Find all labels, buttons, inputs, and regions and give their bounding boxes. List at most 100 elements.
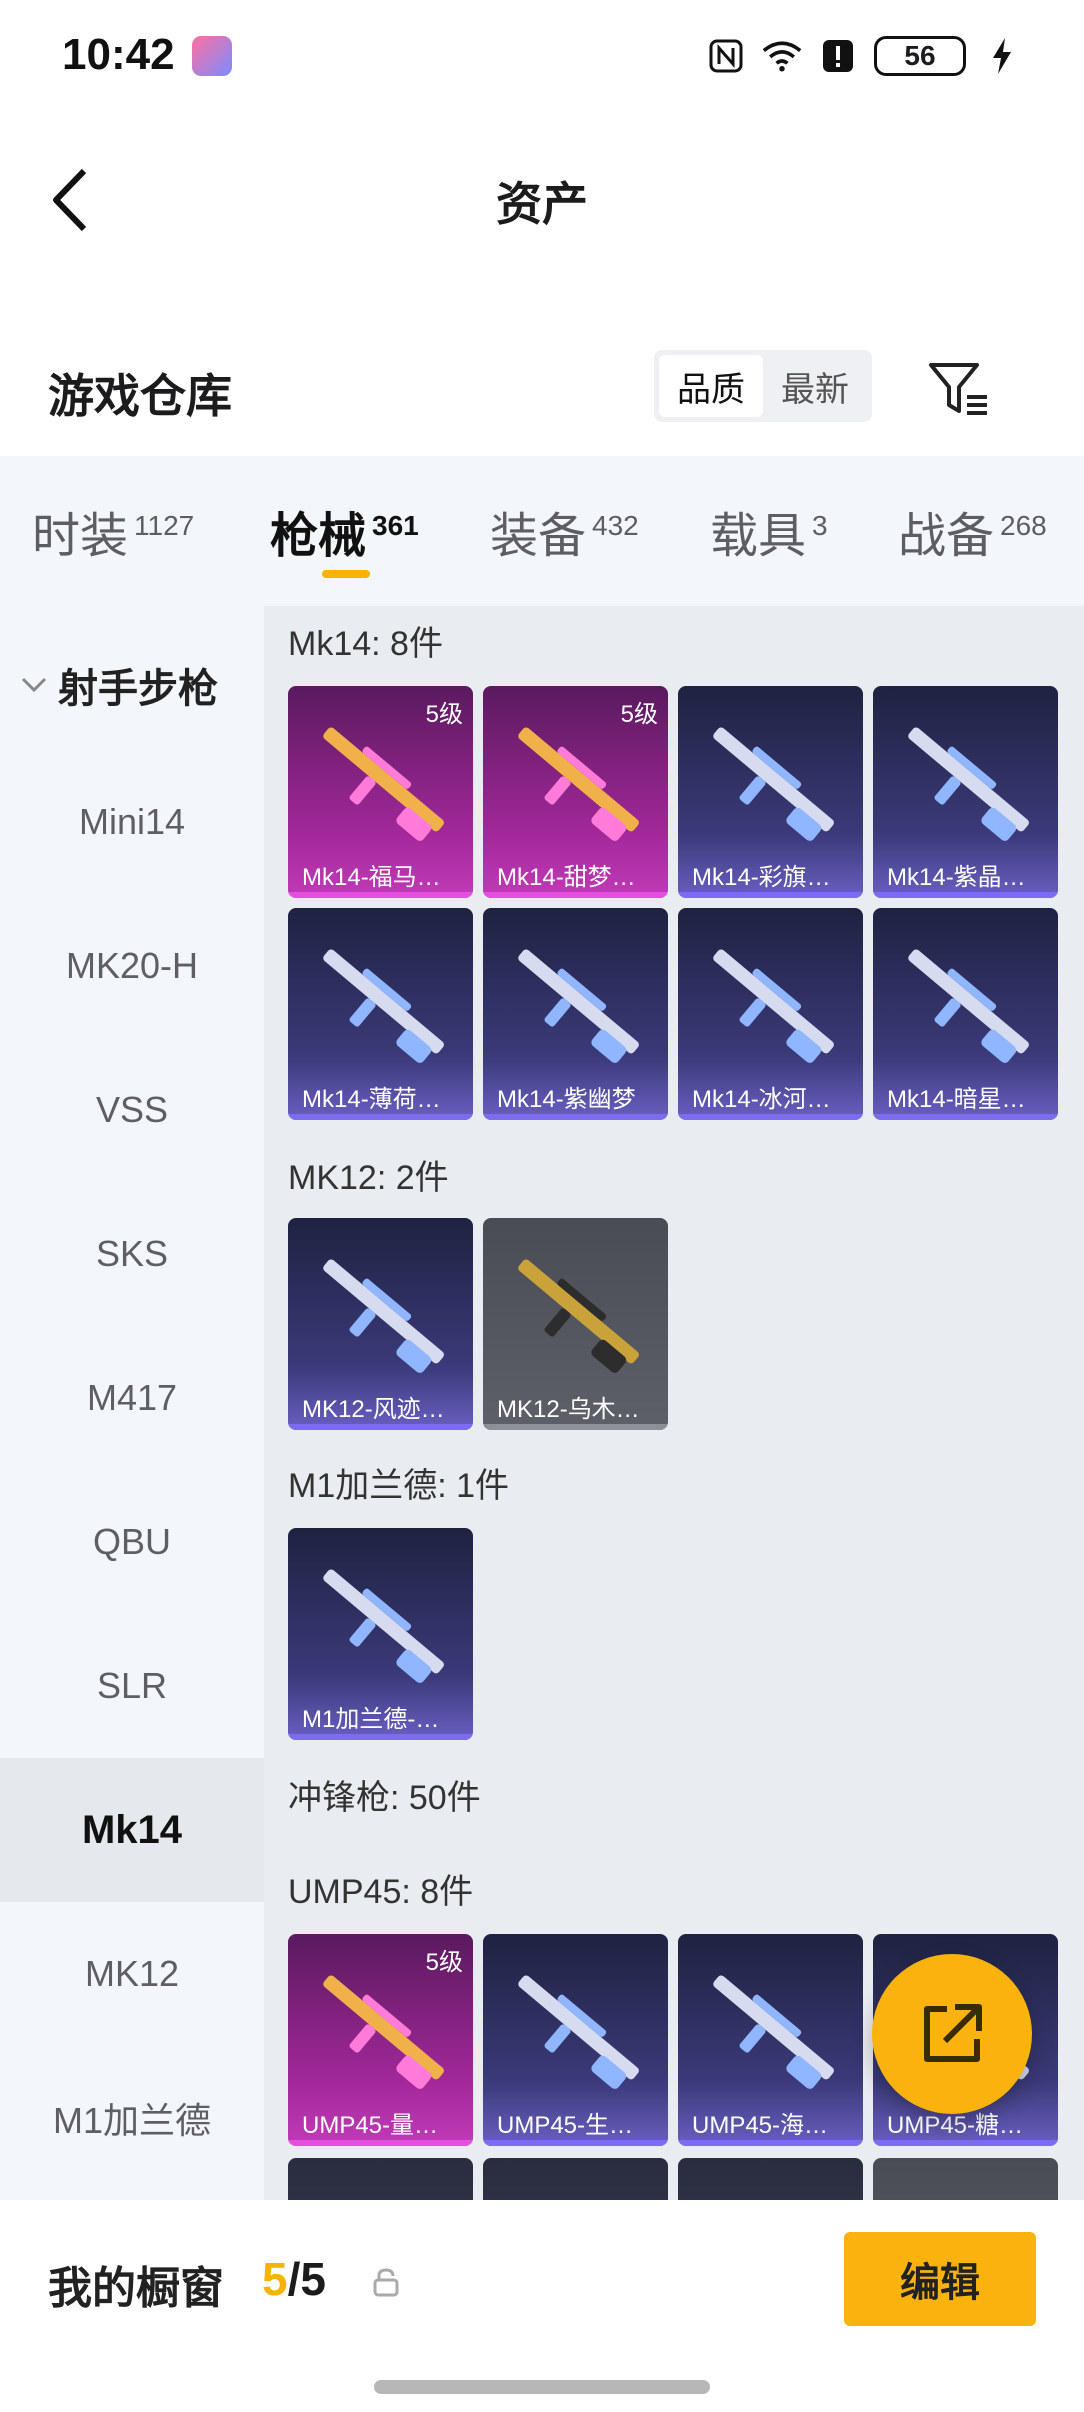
status-bar: 10:42 56 <box>0 0 1084 110</box>
showcase-current: 5 <box>262 2253 288 2305</box>
sidebar-group-marksman[interactable]: 射手步枪 <box>20 656 218 714</box>
sidebar-item-vss[interactable]: VSS <box>0 1038 264 1182</box>
tab-vehicles[interactable]: 载具 3 <box>710 496 828 566</box>
item-card[interactable]: Mk14-紫晶… <box>873 686 1058 898</box>
sidebar-item-mini14[interactable]: Mini14 <box>0 750 264 894</box>
alert-icon <box>818 36 858 76</box>
weapon-image <box>908 727 1029 841</box>
sidebar-item-sks[interactable]: SKS <box>0 1182 264 1326</box>
tab-count: 3 <box>812 510 828 541</box>
weapon-image <box>323 1259 444 1373</box>
item-grid-m1-garand: M1加兰德-… <box>288 1528 1058 1740</box>
quality-bar <box>288 892 473 898</box>
weapon-image <box>908 949 1029 1063</box>
weapon-image <box>713 1975 834 2089</box>
sidebar-item-mk14[interactable]: Mk14 <box>0 1758 264 1902</box>
tab-outfits[interactable]: 时装 1127 <box>32 496 194 566</box>
item-card[interactable] <box>288 2158 473 2200</box>
item-card[interactable]: Mk14-薄荷… <box>288 908 473 1120</box>
group-label-smg: 冲锋枪: 50件 <box>288 1779 481 1817</box>
sidebar-group-label: 射手步枪 <box>58 667 218 711</box>
quality-bar <box>678 2140 863 2146</box>
quality-bar <box>678 1114 863 1120</box>
charging-icon <box>982 36 1022 76</box>
filter-button[interactable] <box>924 354 994 424</box>
filter-icon <box>929 363 987 415</box>
item-card[interactable]: UMP45-海… <box>678 1934 863 2146</box>
tab-equipment[interactable]: 装备 432 <box>490 496 639 566</box>
showcase-total: /5 <box>287 2253 326 2305</box>
item-card[interactable]: Mk14-暗星… <box>873 908 1058 1120</box>
tab-count: 361 <box>372 510 419 541</box>
item-level: 5级 <box>425 1949 463 1976</box>
quality-bar <box>288 1114 473 1120</box>
share-button[interactable] <box>872 1954 1032 2114</box>
quality-bar <box>288 1734 473 1740</box>
nfc-icon <box>706 36 746 76</box>
sidebar-item-m1-garand[interactable]: M1加兰德 <box>0 2046 264 2190</box>
quality-bar <box>288 1424 473 1430</box>
item-name: Mk14-福马… <box>302 864 441 891</box>
quality-bar <box>873 1114 1058 1120</box>
sidebar-item-mk12[interactable]: MK12 <box>0 1902 264 2046</box>
item-name: Mk14-薄荷… <box>302 1086 441 1113</box>
item-name: Mk14-彩旗… <box>692 864 831 891</box>
item-card[interactable]: M1加兰德-… <box>288 1528 473 1740</box>
tab-label: 时装 <box>32 510 129 563</box>
tab-firearms[interactable]: 枪械 361 <box>270 496 419 566</box>
weapon-image <box>323 949 444 1063</box>
item-level: 5级 <box>425 701 463 728</box>
weapon-image <box>713 949 834 1063</box>
item-card[interactable]: UMP45-生… <box>483 1934 668 2146</box>
sidebar-item-m417[interactable]: M417 <box>0 1326 264 1470</box>
group-label-mk12: MK12: 2件 <box>288 1159 449 1197</box>
battery-indicator: 56 <box>874 36 966 76</box>
showcase-count: 5/5 <box>262 2252 326 2306</box>
item-card[interactable]: MK12-风迹… <box>288 1218 473 1430</box>
edit-button[interactable]: 编辑 <box>844 2232 1036 2326</box>
item-card[interactable] <box>483 2158 668 2200</box>
subcategory-sidebar: 射手步枪 Mini14 MK20-H VSS SKS M417 QBU SLR … <box>0 606 264 2200</box>
category-tabs: 时装 1127 枪械 361 装备 432 载具 3 战备 268 <box>0 456 1084 606</box>
item-name: M1加兰德-… <box>302 1706 440 1733</box>
page-title: 资产 <box>496 178 588 230</box>
lock-icon <box>370 2266 402 2298</box>
quality-bar <box>483 1114 668 1120</box>
item-card[interactable]: 5级 Mk14-甜梦… <box>483 686 668 898</box>
item-name: Mk14-冰河… <box>692 1086 831 1113</box>
section-title: 游戏仓库 <box>48 370 232 422</box>
item-name: Mk14-暗星… <box>887 1086 1026 1113</box>
sidebar-item-qbu[interactable]: QBU <box>0 1470 264 1614</box>
group-label-mk14: Mk14: 8件 <box>288 625 443 663</box>
tab-count: 432 <box>592 510 639 541</box>
item-card[interactable]: 5级 UMP45-量… <box>288 1934 473 2146</box>
sort-newest-option[interactable]: 最新 <box>763 355 867 417</box>
item-level: 5级 <box>620 701 658 728</box>
warehouse-header: 游戏仓库 品质 最新 <box>0 330 1084 450</box>
app-notification-icon <box>192 36 232 76</box>
item-card[interactable]: MK12-乌木… <box>483 1218 668 1430</box>
group-label-m1-garand: M1加兰德: 1件 <box>288 1467 510 1505</box>
weapon-image <box>518 1259 639 1373</box>
home-indicator[interactable] <box>374 2380 710 2394</box>
item-name: Mk14-紫幽梦 <box>497 1086 636 1113</box>
quality-bar <box>483 1424 668 1430</box>
sort-quality-option[interactable]: 品质 <box>659 355 763 417</box>
share-external-icon <box>924 2004 982 2062</box>
item-card[interactable]: Mk14-冰河… <box>678 908 863 1120</box>
item-grid-mk14: 5级 Mk14-福马… 5级 Mk14-甜梦… Mk14-彩旗… Mk14-紫晶… Mk14… <box>288 686 1058 1120</box>
active-tab-indicator <box>322 570 370 578</box>
tab-supplies[interactable]: 战备 268 <box>898 496 1047 566</box>
item-card[interactable] <box>873 2158 1058 2200</box>
item-card[interactable]: Mk14-彩旗… <box>678 686 863 898</box>
sidebar-item-slr[interactable]: SLR <box>0 1614 264 1758</box>
item-card[interactable]: 5级 Mk14-福马… <box>288 686 473 898</box>
wifi-icon <box>762 36 802 76</box>
item-name: MK12-乌木… <box>497 1396 640 1423</box>
sidebar-item-mk20h[interactable]: MK20-H <box>0 894 264 1038</box>
item-card[interactable] <box>678 2158 863 2200</box>
item-name: UMP45-量… <box>302 2112 439 2139</box>
item-name: UMP45-海… <box>692 2112 829 2139</box>
item-card[interactable]: Mk14-紫幽梦 <box>483 908 668 1120</box>
tab-count: 1127 <box>134 510 195 541</box>
